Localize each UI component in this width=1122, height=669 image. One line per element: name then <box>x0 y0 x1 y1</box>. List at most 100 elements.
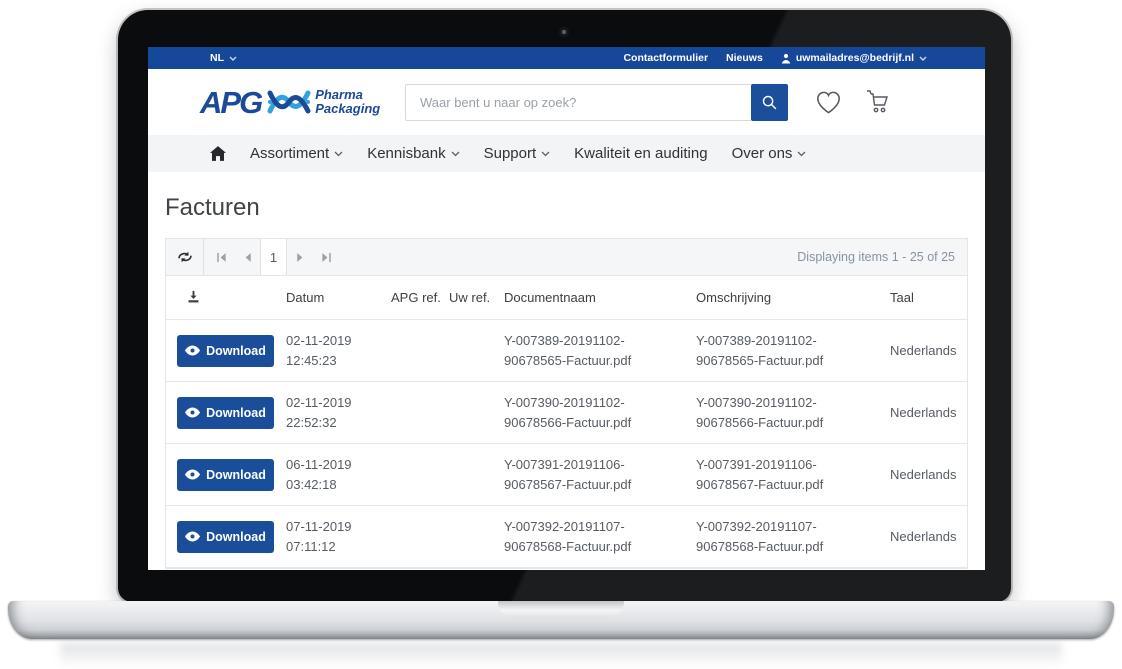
page-content: Facturen 1 <box>148 194 985 569</box>
previous-page-button[interactable] <box>234 239 260 275</box>
first-page-button[interactable] <box>208 239 234 275</box>
invoice-date: 02-11-2019 <box>286 331 383 351</box>
page-number[interactable]: 1 <box>260 239 287 275</box>
contact-form-link[interactable]: Contactformulier <box>623 52 708 64</box>
column-header-taal: Taal <box>882 290 969 305</box>
invoice-time: 03:42:18 <box>286 475 383 495</box>
invoices-grid: 1 Displaying items 1 - 25 of 25 <box>165 238 968 569</box>
pager-status: Displaying items 1 - 25 of 25 <box>797 250 967 264</box>
refresh-button[interactable] <box>166 239 204 275</box>
language-label: NL <box>210 52 224 64</box>
chevron-down-icon <box>334 151 343 157</box>
search-button[interactable] <box>751 84 788 121</box>
cart-icon <box>865 89 891 115</box>
invoice-time: 07:11:12 <box>286 537 383 557</box>
invoice-date: 02-11-2019 <box>286 393 383 413</box>
chevron-down-icon <box>229 56 237 61</box>
document-description: Y-007392-20191107-90678568-Factuur.pdf <box>688 517 882 557</box>
invoice-time: 12:45:23 <box>286 351 383 371</box>
news-link[interactable]: Nieuws <box>726 52 763 64</box>
invoice-datetime: 02-11-2019 12:45:23 <box>278 331 383 371</box>
logo-wordmark: APG <box>200 87 261 118</box>
document-description: Y-007390-20191102-90678566-Factuur.pdf <box>688 393 882 433</box>
search-input[interactable] <box>405 84 751 121</box>
document-description: Y-007389-20191102-90678565-Factuur.pdf <box>688 331 882 371</box>
table-row: Download 02-11-2019 22:52:32 Y-007390-20… <box>166 382 967 444</box>
invoice-date: 06-11-2019 <box>286 455 383 475</box>
top-utility-bar: NL Contactformulier Nieuws uwmailadres@b… <box>148 47 985 69</box>
download-column-icon <box>186 289 201 304</box>
table-row: Download 02-11-2019 12:45:23 Y-007389-20… <box>166 320 967 382</box>
column-header-datum: Datum <box>278 290 383 305</box>
account-email: uwmailadres@bedrijf.nl <box>796 52 914 64</box>
nav-item-assortiment[interactable]: Assortiment <box>250 145 343 162</box>
logo-tagline: Pharma Packaging <box>315 88 380 116</box>
chevron-down-icon <box>919 56 927 61</box>
search-icon <box>761 94 778 111</box>
column-header-omschrijving: Omschrijving <box>688 290 882 305</box>
home-icon <box>210 146 226 161</box>
eye-icon <box>185 407 200 418</box>
refresh-icon <box>177 250 193 264</box>
download-button[interactable]: Download <box>177 521 274 553</box>
webcam <box>559 27 569 37</box>
document-name: Y-007390-20191102-90678566-Factuur.pdf <box>496 393 688 433</box>
document-name: Y-007392-20191107-90678568-Factuur.pdf <box>496 517 688 557</box>
account-menu[interactable]: uwmailadres@bedrijf.nl <box>781 52 927 64</box>
nav-item-kwaliteit-en-auditing[interactable]: Kwaliteit en auditing <box>574 145 707 162</box>
previous-page-icon <box>243 252 252 263</box>
first-page-icon <box>216 252 227 263</box>
chevron-down-icon <box>451 151 460 157</box>
download-button[interactable]: Download <box>177 335 274 367</box>
next-page-icon <box>296 252 305 263</box>
user-icon <box>781 53 791 64</box>
table-header-row: Datum APG ref. Uw ref. Documentnaam Omsc… <box>166 276 967 320</box>
last-page-icon <box>321 252 332 263</box>
eye-icon <box>185 469 200 480</box>
language-selector[interactable]: NL <box>210 52 237 64</box>
next-page-button[interactable] <box>287 239 313 275</box>
eye-icon <box>185 531 200 542</box>
table-row: Download 07-11-2019 07:11:12 Y-007392-20… <box>166 506 967 568</box>
page-title: Facturen <box>165 194 968 222</box>
wishlist-button[interactable] <box>815 90 842 115</box>
document-name: Y-007389-20191102-90678565-Factuur.pdf <box>496 331 688 371</box>
invoice-date: 07-11-2019 <box>286 517 383 537</box>
laptop-screen: NL Contactformulier Nieuws uwmailadres@b… <box>148 47 985 570</box>
grid-pager: 1 Displaying items 1 - 25 of 25 <box>166 239 967 276</box>
laptop-base-notch <box>498 601 624 618</box>
cart-button[interactable] <box>865 89 891 115</box>
company-logo[interactable]: APG Pharma Packaging <box>200 86 393 118</box>
laptop-mockup: NL Contactformulier Nieuws uwmailadres@b… <box>0 0 1122 669</box>
column-header-documentnaam: Documentnaam <box>496 290 688 305</box>
laptop-reflection <box>60 643 1062 667</box>
eye-icon <box>185 345 200 356</box>
nav-item-support[interactable]: Support <box>484 145 551 162</box>
last-page-button[interactable] <box>313 239 339 275</box>
nav-home[interactable] <box>210 146 226 161</box>
document-language: Nederlands <box>882 341 969 361</box>
invoice-time: 22:52:32 <box>286 413 383 433</box>
site-header: APG Pharma Packaging <box>148 69 985 135</box>
column-header-uw-ref: Uw ref. <box>441 290 496 305</box>
invoice-datetime: 06-11-2019 03:42:18 <box>278 455 383 495</box>
heart-icon <box>815 90 842 115</box>
search-bar <box>405 84 788 121</box>
table-row: Download 06-11-2019 03:42:18 Y-007391-20… <box>166 444 967 506</box>
download-button[interactable]: Download <box>177 459 274 491</box>
chevron-down-icon <box>541 151 550 157</box>
dna-helix-icon <box>267 86 311 118</box>
nav-item-over-ons[interactable]: Over ons <box>732 145 807 162</box>
document-language: Nederlands <box>882 527 969 547</box>
column-header-apg-ref: APG ref. <box>383 290 441 305</box>
nav-item-kennisbank[interactable]: Kennisbank <box>367 145 459 162</box>
document-name: Y-007391-20191106-90678567-Factuur.pdf <box>496 455 688 495</box>
document-language: Nederlands <box>882 465 969 485</box>
laptop-base <box>8 601 1114 639</box>
download-button[interactable]: Download <box>177 397 274 429</box>
main-nav: Assortiment Kennisbank Support Kwaliteit… <box>148 135 985 172</box>
invoice-datetime: 07-11-2019 07:11:12 <box>278 517 383 557</box>
document-description: Y-007391-20191106-90678567-Factuur.pdf <box>688 455 882 495</box>
invoice-datetime: 02-11-2019 22:52:32 <box>278 393 383 433</box>
chevron-down-icon <box>797 151 806 157</box>
